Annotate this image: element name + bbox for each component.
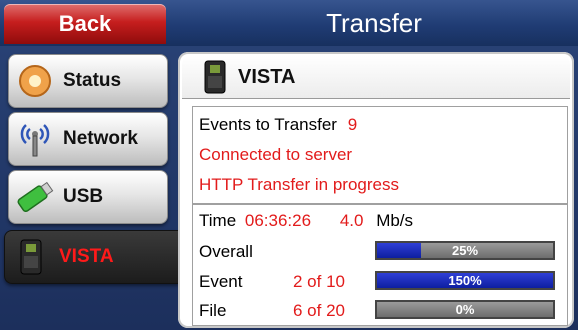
file-progress-bar: 0%: [375, 300, 555, 319]
vista-device-icon: [9, 235, 53, 279]
time-row: Time 06:36:26 4.0 Mb/s: [199, 211, 413, 231]
transfer-status: HTTP Transfer in progress: [199, 175, 399, 194]
sidebar: Status Network USB VISTA: [0, 46, 179, 330]
vista-device-icon: [200, 59, 230, 95]
title-bar: Back Transfer: [0, 0, 578, 46]
time-label: Time: [199, 211, 237, 230]
antenna-icon: [13, 117, 57, 161]
sidebar-item-label: Status: [63, 70, 122, 91]
events-label: Events to Transfer: [199, 115, 337, 134]
status-icon: [13, 59, 57, 103]
file-count: 6 of 20: [293, 301, 345, 320]
overall-progress-bar: 25%: [375, 241, 555, 260]
file-label: File: [199, 301, 227, 320]
transfer-screen: Back Transfer Status Network USB VISTA V…: [0, 0, 578, 330]
progress-box: Time 06:36:26 4.0 Mb/s Overall 25% Event…: [192, 204, 568, 326]
progress-percent: 150%: [448, 273, 482, 288]
sidebar-item-label: USB: [63, 186, 104, 207]
progress-percent: 25%: [451, 243, 479, 258]
rate-unit: Mb/s: [376, 211, 414, 230]
events-row: Events to Transfer 9: [199, 115, 357, 135]
events-value: 9: [347, 115, 358, 134]
details-panel: VISTA Events to Transfer 9 Connected to …: [178, 52, 574, 328]
transfer-status-box: Events to Transfer 9 Connected to server…: [192, 106, 568, 204]
event-progress-bar: 150%: [375, 271, 555, 290]
rate-value: 4.0: [339, 211, 364, 230]
panel-title: VISTA: [238, 65, 296, 88]
time-value: 06:36:26: [244, 211, 312, 230]
progress-percent: 0%: [455, 302, 475, 317]
sidebar-item-label: Network: [63, 128, 138, 149]
sidebar-item-label: VISTA: [59, 246, 114, 267]
sidebar-item-network[interactable]: Network: [8, 112, 168, 166]
sidebar-item-vista[interactable]: VISTA: [4, 230, 179, 284]
page-title: Transfer: [326, 7, 422, 38]
connection-status: Connected to server: [199, 145, 353, 164]
back-button[interactable]: Back: [4, 4, 166, 44]
sidebar-item-status[interactable]: Status: [8, 54, 168, 108]
overall-label: Overall: [199, 242, 253, 261]
sidebar-item-usb[interactable]: USB: [8, 170, 168, 224]
usb-drive-icon: [13, 175, 57, 219]
panel-header: VISTA: [182, 56, 570, 99]
event-label: Event: [199, 272, 243, 291]
event-count: 2 of 10: [293, 272, 345, 291]
